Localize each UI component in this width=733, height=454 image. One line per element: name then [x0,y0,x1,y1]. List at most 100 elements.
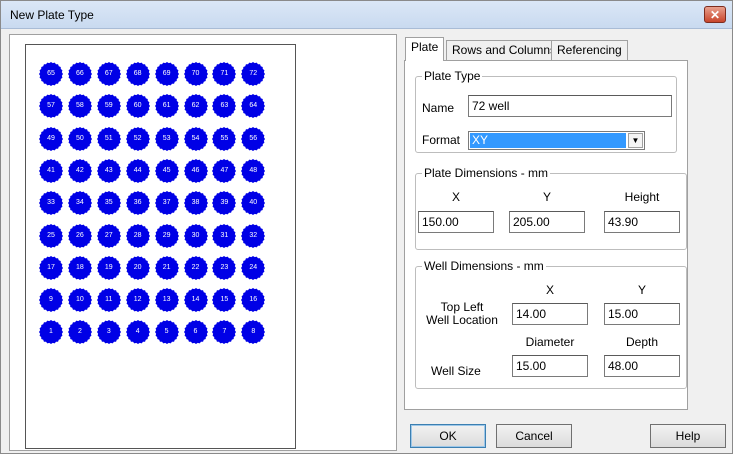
well[interactable]: 61 [154,94,179,119]
well[interactable]: 6 [183,320,208,345]
well-number: 33 [47,199,55,207]
well[interactable]: 66 [67,62,92,86]
well[interactable]: 57 [39,94,63,119]
well[interactable]: 29 [154,223,179,248]
plate-y-input[interactable] [509,211,585,233]
well[interactable]: 26 [67,223,92,248]
well[interactable]: 43 [96,158,121,183]
well[interactable]: 25 [39,223,63,248]
well-number: 52 [133,134,142,142]
ok-button[interactable]: OK [410,424,486,448]
well[interactable]: 2 [67,320,92,345]
well[interactable]: 5 [154,320,179,345]
well[interactable]: 45 [154,158,179,183]
well[interactable]: 48 [241,158,266,183]
tab-referencing[interactable]: Referencing [551,40,628,60]
well[interactable]: 31 [212,223,237,248]
well[interactable]: 36 [125,191,150,216]
well[interactable]: 13 [154,288,179,313]
well-x-input[interactable] [512,303,588,325]
well-diameter-input[interactable] [512,355,588,377]
well[interactable]: 35 [96,191,121,216]
well[interactable]: 47 [212,158,237,183]
well[interactable]: 40 [241,191,266,216]
well[interactable]: 69 [154,62,179,86]
well[interactable]: 60 [125,94,150,119]
tab-rows-and-columns[interactable]: Rows and Columns [446,40,563,60]
well-number: 29 [162,231,171,239]
well-y-label: Y [637,283,646,297]
well[interactable]: 10 [67,288,92,313]
well[interactable]: 50 [67,126,92,151]
well[interactable]: 7 [212,320,237,345]
well[interactable]: 17 [39,255,63,280]
well[interactable]: 46 [183,158,208,183]
well-number: 18 [75,263,84,271]
well[interactable]: 19 [96,255,121,280]
well[interactable]: 4 [125,320,150,345]
well[interactable]: 64 [241,94,266,119]
well[interactable]: 55 [212,126,237,151]
well[interactable]: 39 [212,191,237,216]
plate-x-input[interactable] [418,211,494,233]
well-y-input[interactable] [604,303,680,325]
well[interactable]: 8 [241,320,266,345]
well[interactable]: 12 [125,288,150,313]
well[interactable]: 63 [212,94,237,119]
well[interactable]: 16 [241,288,266,313]
well[interactable]: 51 [96,126,121,151]
well[interactable]: 52 [125,126,150,151]
well[interactable]: 44 [125,158,150,183]
chevron-down-icon[interactable]: ▼ [628,133,643,148]
well[interactable]: 1 [39,320,63,345]
well-depth-input[interactable] [604,355,680,377]
well[interactable]: 32 [241,223,266,248]
well[interactable]: 21 [154,255,179,280]
cancel-button[interactable]: Cancel [496,424,572,448]
well[interactable]: 54 [183,126,208,151]
well-number: 53 [162,134,171,142]
name-input[interactable] [468,95,672,117]
well[interactable]: 38 [183,191,208,216]
well[interactable]: 18 [67,255,92,280]
plate-height-input[interactable] [604,211,680,233]
well[interactable]: 56 [241,126,266,151]
well[interactable]: 27 [96,223,121,248]
well[interactable]: 65 [39,62,63,86]
close-button[interactable]: ✕ [704,6,726,23]
well[interactable]: 11 [96,288,121,313]
well[interactable]: 28 [125,223,150,248]
format-select[interactable]: XY ▼ [468,131,645,150]
well[interactable]: 9 [39,288,63,313]
well[interactable]: 23 [212,255,237,280]
well-number: 11 [105,296,113,304]
well[interactable]: 41 [39,158,63,183]
well[interactable]: 70 [183,62,208,86]
well[interactable]: 49 [39,126,63,151]
well[interactable]: 42 [67,158,92,183]
well[interactable]: 71 [212,62,237,86]
well[interactable]: 14 [183,288,208,313]
well-number: 61 [162,102,171,110]
help-button[interactable]: Help [650,424,726,448]
well[interactable]: 37 [154,191,179,216]
well[interactable]: 58 [67,94,92,119]
well[interactable]: 72 [241,62,266,86]
well[interactable]: 62 [183,94,208,119]
well-number: 6 [193,328,198,336]
well[interactable]: 15 [212,288,237,313]
well[interactable]: 34 [67,191,92,216]
well[interactable]: 53 [154,126,179,151]
well[interactable]: 20 [125,255,150,280]
well[interactable]: 30 [183,223,208,248]
well[interactable]: 3 [96,320,121,345]
well[interactable]: 22 [183,255,208,280]
well[interactable]: 59 [96,94,121,119]
well-number: 32 [249,231,258,239]
well-number: 17 [47,263,55,271]
tab-plate[interactable]: Plate [405,37,445,61]
well[interactable]: 24 [241,255,266,280]
well[interactable]: 68 [125,62,150,86]
well[interactable]: 67 [96,62,121,86]
well[interactable]: 33 [39,191,63,216]
